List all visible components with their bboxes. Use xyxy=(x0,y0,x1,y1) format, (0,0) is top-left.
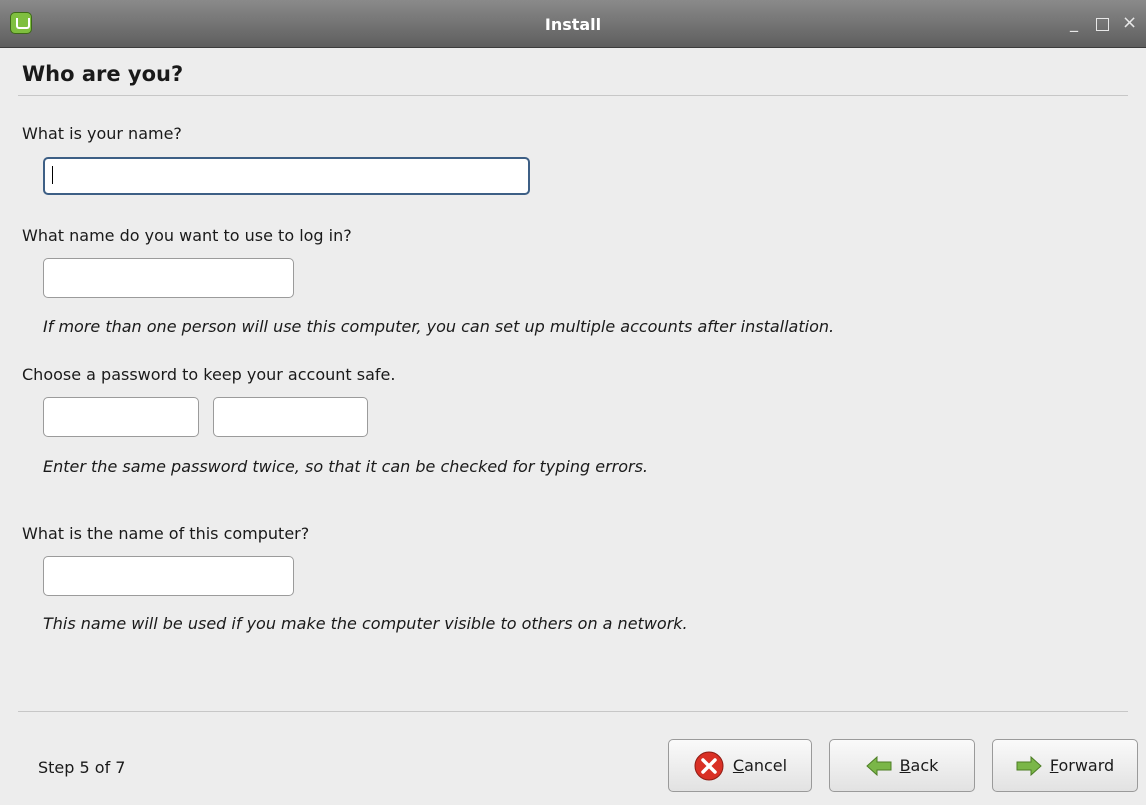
maximize-icon[interactable] xyxy=(1096,18,1109,31)
cancel-label: Cancel xyxy=(732,756,788,775)
username-input[interactable] xyxy=(43,258,294,298)
back-button[interactable]: Back xyxy=(829,739,975,792)
forward-button[interactable]: Forward xyxy=(992,739,1138,792)
header-separator xyxy=(18,95,1128,96)
cancel-icon xyxy=(694,751,724,780)
name-label: What is your name? xyxy=(22,124,182,143)
forward-arrow-icon xyxy=(1016,755,1042,776)
window-title: Install xyxy=(544,15,602,34)
step-indicator: Step 5 of 7 xyxy=(38,758,126,777)
login-label: What name do you want to use to log in? xyxy=(22,226,352,245)
hostname-hint: This name will be used if you make the c… xyxy=(43,614,688,633)
text-caret xyxy=(52,166,53,184)
forward-label: Forward xyxy=(1049,756,1115,775)
cancel-button[interactable]: Cancel xyxy=(668,739,812,792)
window-titlebar[interactable]: Install _ × xyxy=(0,0,1146,48)
password-input[interactable] xyxy=(43,397,199,437)
footer-separator xyxy=(18,711,1128,712)
minimize-icon[interactable]: _ xyxy=(1070,14,1078,32)
login-hint: If more than one person will use this co… xyxy=(43,317,835,336)
password-confirm-input[interactable] xyxy=(213,397,368,437)
back-arrow-icon xyxy=(865,755,892,776)
full-name-input[interactable] xyxy=(43,157,530,195)
close-icon[interactable]: × xyxy=(1122,14,1137,32)
hostname-input[interactable] xyxy=(43,556,294,596)
hostname-label: What is the name of this computer? xyxy=(22,524,310,543)
password-hint: Enter the same password twice, so that i… xyxy=(43,457,649,476)
password-label: Choose a password to keep your account s… xyxy=(22,365,396,384)
page-heading: Who are you? xyxy=(22,62,184,86)
back-label: Back xyxy=(899,756,939,775)
